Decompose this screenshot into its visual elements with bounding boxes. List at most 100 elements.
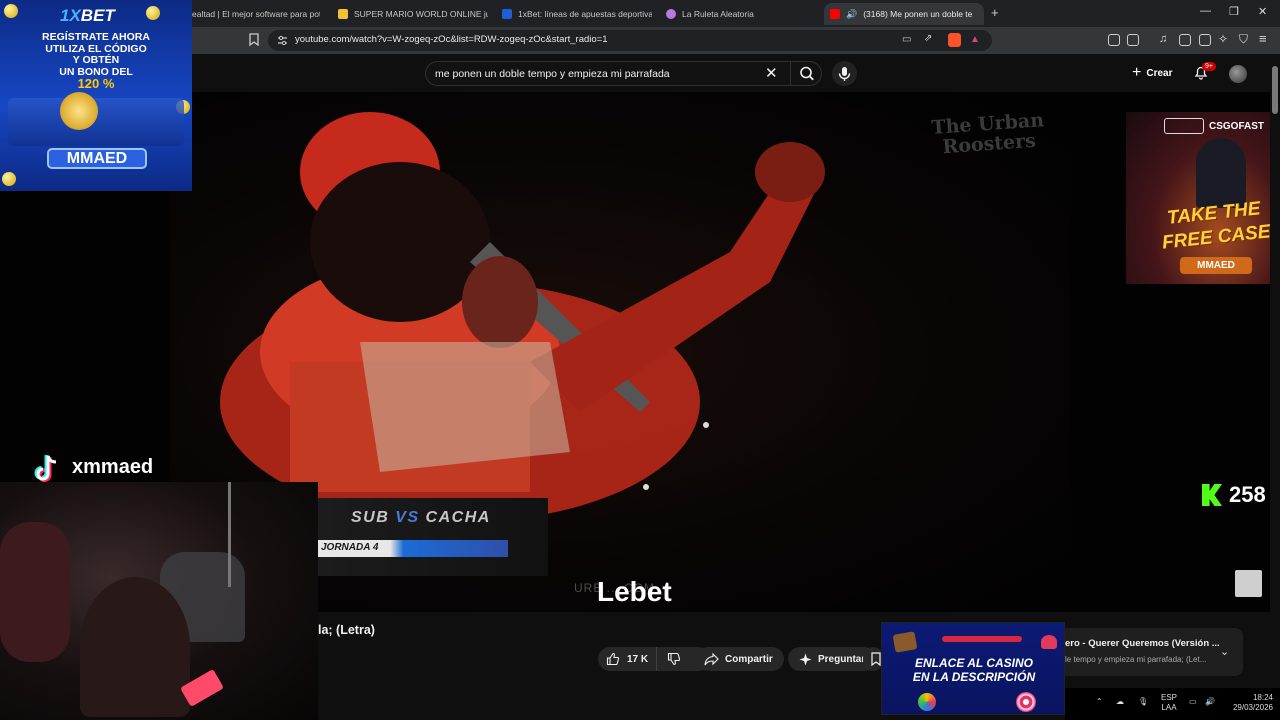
search-icon	[800, 66, 814, 81]
mix-title: ero - Querer Queremos (Versión ...	[1065, 638, 1220, 649]
ball-icon	[918, 693, 936, 711]
rewards-icon[interactable]: ▲	[970, 34, 980, 45]
page-scrollbar[interactable]	[1270, 54, 1280, 688]
cast-icon[interactable]: ▭	[902, 34, 911, 45]
tray-chevron-up-icon[interactable]: ⌃	[1096, 697, 1103, 706]
speaker-icon: 🔊	[846, 8, 858, 19]
viewer-count: 258	[1229, 482, 1266, 507]
sidebar-icon[interactable]	[1179, 34, 1191, 46]
coin-icon	[146, 6, 160, 20]
promo-code: MMAED	[1180, 257, 1252, 274]
share-icon	[704, 652, 719, 666]
tab-label: 1xBet: líneas de apuestas deportivas	[518, 9, 652, 19]
vs-label: VS	[395, 509, 420, 526]
extensions-icon[interactable]	[1108, 34, 1120, 46]
leo-ai-icon[interactable]: ✧	[1218, 32, 1228, 46]
browser-tab[interactable]: ealtad | El mejor software para pote	[192, 3, 320, 25]
streamer-image	[80, 577, 190, 717]
avatar[interactable]	[1229, 65, 1247, 83]
youtube-header: me ponen un doble tempo y empieza mi par…	[0, 54, 1280, 92]
thumbs-up-icon	[606, 652, 620, 666]
restore-icon[interactable]: ❐	[1229, 5, 1239, 18]
1xbet-offer-text: REGÍSTRATE AHORA UTILIZA EL CÓDIGO Y OBT…	[42, 31, 150, 91]
scrollbar-thumb[interactable]	[1272, 66, 1278, 114]
tab-label: La Ruleta Aleatoria	[682, 9, 754, 19]
new-tab-icon[interactable]: +	[991, 5, 999, 20]
url-field[interactable]: youtube.com/watch?v=W-zogeq-zOc&list=RDW…	[268, 30, 992, 51]
clock[interactable]: 18:24 29/03/2026	[1223, 693, 1273, 713]
voice-search-button[interactable]	[832, 61, 857, 86]
cloud-icon[interactable]: ☁	[1116, 697, 1124, 706]
microphone-tray-icon[interactable]: 🎙	[1138, 697, 1148, 706]
sparkle-icon	[799, 653, 812, 665]
xbet-favicon-icon	[502, 9, 512, 19]
save-button[interactable]	[863, 647, 883, 671]
browser-tab[interactable]: 1xBet: líneas de apuestas deportivas	[502, 3, 652, 25]
roulette-favicon-icon	[666, 9, 676, 19]
browser-tab[interactable]: La Ruleta Aleatoria	[666, 3, 816, 25]
vpn-shield-icon[interactable]: ⛉	[1239, 32, 1248, 47]
csgofast-ad-overlay: CSGOFAST TAKE THE FREE CASE MMAED	[1126, 112, 1280, 284]
clear-search-icon[interactable]: ✕	[765, 66, 778, 81]
create-label: Crear	[1146, 67, 1173, 79]
mic-arm-image	[228, 482, 231, 587]
trophy-icon	[60, 92, 98, 130]
dislike-button[interactable]	[657, 652, 691, 666]
plus-icon: +	[1132, 64, 1142, 81]
thumbs-down-icon	[668, 652, 681, 666]
share-page-icon[interactable]: ⇗	[924, 33, 932, 44]
tab-label: (3168) Me ponen un doble te	[863, 9, 973, 19]
tab-label: ealtad | El mejor software para pote	[192, 9, 320, 19]
bookmark-icon[interactable]	[249, 33, 259, 46]
kick-viewer-count: 258	[1202, 482, 1266, 508]
mc-right: CACHA	[425, 509, 491, 526]
youtube-favicon-icon	[830, 9, 840, 19]
minimize-icon[interactable]: —	[1200, 5, 1211, 17]
battle-scoreboard: SUB VS CACHA JORNADA 4	[318, 498, 548, 576]
promo-code: MMAED	[47, 148, 147, 169]
swoosh-graphic	[942, 636, 1022, 642]
mix-subtitle: le tempo y empieza mi parrafada; (Let...	[1065, 655, 1207, 664]
media-icon[interactable]: ♫	[1159, 33, 1167, 45]
close-window-icon[interactable]: ✕	[1258, 5, 1267, 18]
search-box[interactable]: me ponen un doble tempo y empieza mi par…	[425, 61, 822, 86]
ask-label: Preguntar	[818, 653, 866, 665]
like-button[interactable]: 17 K	[598, 647, 658, 671]
chevron-down-icon[interactable]: ⌄	[1220, 645, 1229, 658]
1xbet-logo: 1XBET	[60, 6, 115, 25]
share-button[interactable]: Compartir	[696, 647, 784, 671]
notification-badge: 9+	[1202, 62, 1216, 71]
create-button[interactable]: + Crear	[1124, 62, 1181, 84]
site-settings-icon[interactable]	[277, 35, 288, 46]
mix-playlist-card[interactable]: ero - Querer Queremos (Versión ... le te…	[1052, 628, 1243, 676]
network-icon[interactable]: ▭	[1189, 697, 1197, 706]
scoreboard-matchup: SUB VS CACHA	[351, 509, 491, 527]
like-dislike-group: 17 K	[598, 647, 710, 671]
browser-tab-active[interactable]: 🔊 (3168) Me ponen un doble te ✕	[824, 3, 984, 25]
language-indicator[interactable]: ESP LAA	[1161, 693, 1177, 713]
tab-label: SUPER MARIO WORLD ONLINE jueg	[354, 9, 488, 19]
menu-icon[interactable]: ≡	[1259, 31, 1267, 46]
treasure-chest-icon	[892, 631, 918, 653]
crown-icon	[338, 9, 348, 19]
casino-ad-overlay: ENLACE AL CASINO EN LA DESCRIPCIÓN	[881, 622, 1065, 715]
volume-icon[interactable]: 🔊	[1205, 697, 1215, 706]
webcam-overlay	[0, 482, 318, 720]
browser-tab[interactable]: SUPER MARIO WORLD ONLINE jueg	[338, 3, 488, 25]
channel-watermark-icon[interactable]	[1235, 570, 1262, 597]
coin-icon	[2, 172, 16, 186]
search-button[interactable]	[790, 62, 823, 85]
kick-logo-icon	[1202, 484, 1222, 506]
candy-icon	[1016, 692, 1036, 712]
tab-search-icon[interactable]	[1199, 34, 1211, 46]
sticker-logo-icon	[1164, 118, 1204, 134]
video-title: la; (Letra)	[318, 623, 375, 637]
wallet-icon[interactable]	[1127, 34, 1139, 46]
address-bar-row: youtube.com/watch?v=W-zogeq-zOc&list=RDW…	[0, 27, 1280, 54]
masked-figure-image	[1196, 138, 1246, 208]
coin-icon	[4, 4, 18, 18]
brave-shield-icon[interactable]	[948, 33, 961, 47]
search-input[interactable]: me ponen un doble tempo y empieza mi par…	[435, 68, 670, 80]
like-count: 17 K	[627, 653, 649, 665]
lyric-caption: Lebet	[597, 576, 672, 607]
